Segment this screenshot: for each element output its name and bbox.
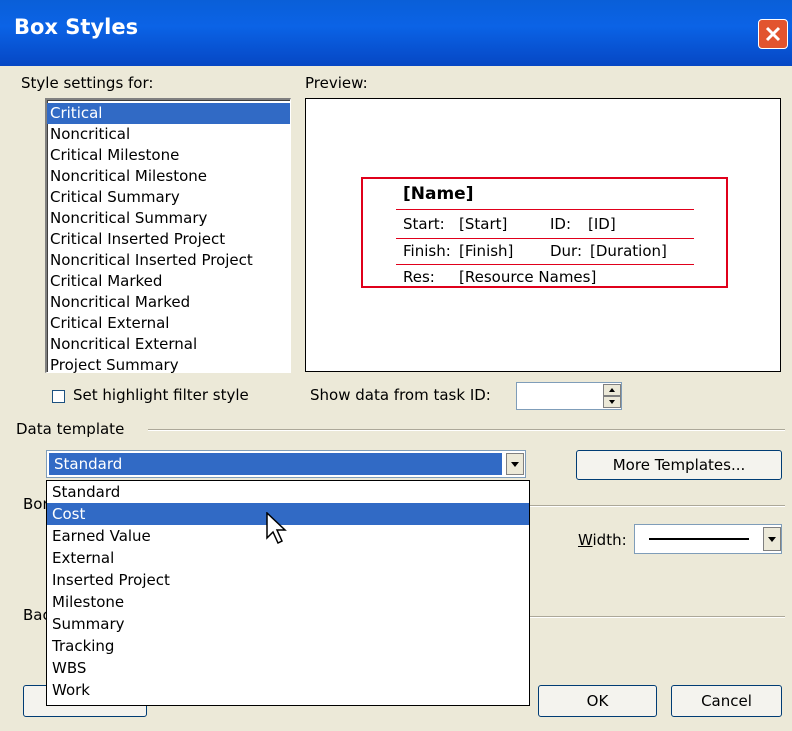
task-id-input[interactable] [519, 385, 605, 407]
preview-finish-value: [Finish] [459, 242, 514, 260]
list-item[interactable]: Noncritical Milestone [47, 166, 290, 187]
list-item[interactable]: Noncritical Inserted Project [47, 250, 290, 271]
data-template-dropdown-button[interactable] [506, 453, 524, 475]
up-arrow-icon [609, 388, 615, 392]
preview-dur-value: [Duration] [590, 242, 667, 260]
highlight-filter-label: Set highlight filter style [73, 386, 249, 404]
list-item[interactable]: Noncritical Summary [47, 208, 290, 229]
ok-button[interactable]: OK [538, 685, 657, 717]
dropdown-option[interactable]: External [47, 547, 529, 569]
border-width-combo[interactable] [634, 524, 782, 554]
preview-finish-label: Finish: [403, 242, 451, 260]
line-sample [649, 538, 749, 540]
highlight-filter-checkbox[interactable] [52, 390, 65, 403]
list-item[interactable]: Critical [47, 103, 290, 124]
width-label: Width: [578, 531, 627, 549]
more-templates-button[interactable]: More Templates... [576, 450, 782, 480]
dropdown-option[interactable]: Work [47, 679, 529, 701]
preview-task-box: [Name] Start: [Start] ID: [ID] Finish: [… [361, 177, 728, 288]
list-item[interactable]: Critical Inserted Project [47, 229, 290, 250]
close-button[interactable] [758, 19, 788, 49]
dropdown-option[interactable]: Inserted Project [47, 569, 529, 591]
list-item[interactable]: Critical Marked [47, 271, 290, 292]
dropdown-option[interactable]: Milestone [47, 591, 529, 613]
data-template-combo[interactable]: Standard [46, 450, 526, 478]
list-item[interactable]: Noncritical Marked [47, 292, 290, 313]
style-settings-label: Style settings for: [21, 74, 154, 92]
dropdown-option[interactable]: Tracking [47, 635, 529, 657]
close-icon [765, 26, 781, 42]
dropdown-option[interactable]: Earned Value [47, 525, 529, 547]
preview-start-value: [Start] [459, 215, 508, 233]
spin-up-button[interactable] [603, 384, 621, 396]
task-id-spinner[interactable] [516, 382, 622, 410]
data-template-dropdown-list[interactable]: Standard Cost Earned Value External Inserted… [46, 480, 530, 706]
dropdown-option[interactable]: Summary [47, 613, 529, 635]
list-item[interactable]: Project Summary [47, 355, 290, 376]
group-divider [530, 505, 785, 507]
list-item[interactable]: Critical External [47, 313, 290, 334]
dropdown-option[interactable]: Cost [47, 503, 529, 525]
spin-down-button[interactable] [603, 396, 621, 408]
preview-dur-label: Dur: [550, 242, 583, 260]
list-item[interactable]: Noncritical External [47, 334, 290, 355]
list-item[interactable]: Noncritical [47, 124, 290, 145]
preview-res-value: [Resource Names] [459, 268, 597, 286]
border-group-label: Bor [23, 495, 49, 513]
group-divider [530, 616, 785, 618]
preview-name: [Name] [403, 184, 474, 204]
down-arrow-icon [609, 400, 615, 404]
data-template-group-label: Data template [16, 420, 125, 438]
show-data-label: Show data from task ID: [310, 386, 491, 404]
data-template-selected: Standard [49, 453, 502, 475]
cancel-button[interactable]: Cancel [671, 685, 782, 717]
list-item[interactable]: Critical Summary [47, 187, 290, 208]
dropdown-option[interactable]: Standard [47, 481, 529, 503]
dialog-title: Box Styles [14, 15, 139, 39]
preview-label: Preview: [305, 74, 368, 92]
preview-id-label: ID: [550, 215, 572, 233]
list-item[interactable]: Critical Milestone [47, 145, 290, 166]
preview-divider [396, 264, 694, 265]
mouse-pointer-icon [266, 512, 287, 545]
preview-id-value: [ID] [588, 215, 616, 233]
style-settings-list[interactable]: Critical Noncritical Critical Milestone Non… [45, 98, 291, 376]
group-divider [148, 429, 785, 431]
dropdown-option[interactable]: WBS [47, 657, 529, 679]
preview-divider [396, 209, 694, 210]
chevron-down-icon [768, 537, 776, 542]
border-width-dropdown-button[interactable] [763, 527, 781, 551]
preview-start-label: Start: [403, 215, 445, 233]
chevron-down-icon [511, 462, 519, 467]
preview-res-label: Res: [403, 268, 435, 286]
preview-divider [396, 238, 694, 239]
